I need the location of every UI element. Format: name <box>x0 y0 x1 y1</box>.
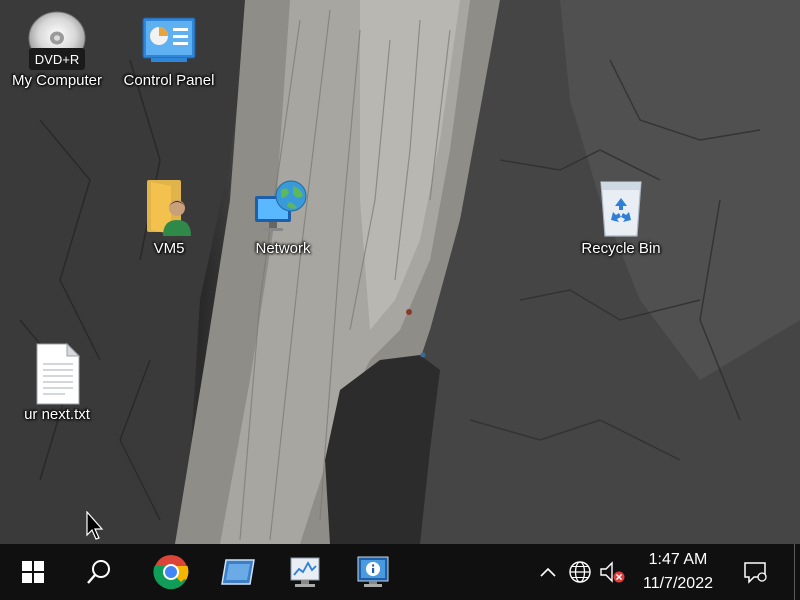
search-icon <box>87 560 110 584</box>
dvd-drive-icon: DVD+R <box>25 8 89 72</box>
desktop-icon-control-panel[interactable]: Control Panel <box>114 8 224 89</box>
network-tray-button[interactable] <box>566 558 594 586</box>
notification-icon <box>744 562 767 584</box>
desktop-icon-label: My Computer <box>11 72 103 89</box>
clock-date: 11/7/2022 <box>643 575 713 592</box>
desktop-icon-label: Network <box>255 240 311 257</box>
desktop-icon-recycle-bin[interactable]: Recycle Bin <box>566 176 676 257</box>
recycle-bin-icon <box>589 176 653 240</box>
taskbar-clock[interactable]: 1:47 AM 11/7/2022 <box>628 548 728 596</box>
dvd-badge-label: DVD+R <box>34 52 80 67</box>
action-center-button[interactable] <box>738 556 772 588</box>
taskbar: 1:47 AM 11/7/2022 <box>0 544 800 600</box>
window-icon <box>221 559 255 585</box>
desktop-icon-label: VM5 <box>153 240 185 257</box>
show-desktop-button[interactable] <box>794 544 800 600</box>
user-folder-icon <box>137 176 201 240</box>
start-button[interactable] <box>2 544 64 600</box>
desktop-icon-vm5[interactable]: VM5 <box>114 176 224 257</box>
text-file-icon <box>25 342 89 406</box>
show-hidden-icons-button[interactable] <box>534 558 562 586</box>
desktop-icon-label: Control Panel <box>123 72 215 89</box>
chrome-icon <box>153 555 189 590</box>
control-panel-icon <box>137 8 201 72</box>
desktop-icon-label: Recycle Bin <box>581 240 661 257</box>
desktop-icon-my-computer[interactable]: DVD+R My Computer <box>2 8 112 89</box>
network-globe-icon <box>251 176 315 240</box>
clock-time: 1:47 AM <box>648 551 708 568</box>
chevron-up-icon <box>540 567 556 577</box>
desktop-icon-label: ur next.txt <box>24 406 90 423</box>
taskbar-performance-monitor[interactable] <box>274 544 336 600</box>
monitor-chart-icon <box>290 557 320 587</box>
globe-icon <box>569 561 591 583</box>
volume-tray-button[interactable] <box>598 558 626 586</box>
desktop-icon-network[interactable]: Network <box>228 176 338 257</box>
windows-logo-icon <box>22 561 44 583</box>
system-info-icon <box>357 556 389 587</box>
taskbar-system-info[interactable] <box>342 544 404 600</box>
search-button[interactable] <box>68 544 130 600</box>
taskbar-chrome[interactable] <box>140 544 202 600</box>
mouse-pointer-icon <box>86 510 106 545</box>
desktop-icon-ur-next-txt[interactable]: ur next.txt <box>2 342 112 423</box>
taskbar-window-switcher[interactable] <box>207 544 269 600</box>
speaker-muted-icon <box>600 561 625 583</box>
